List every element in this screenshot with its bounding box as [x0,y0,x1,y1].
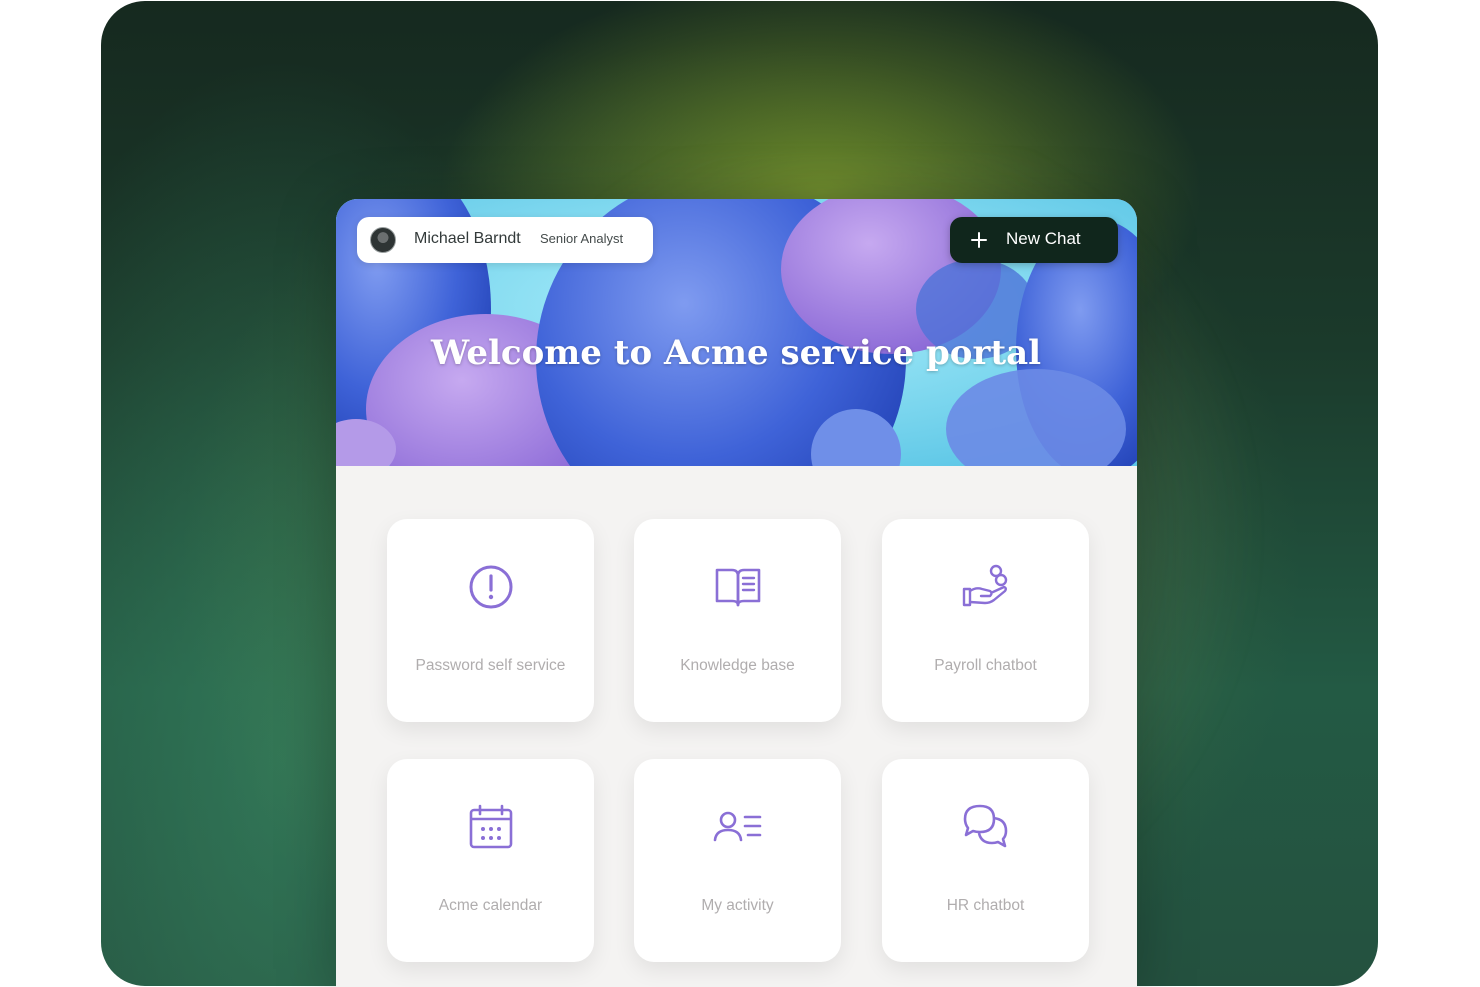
calendar-icon [469,804,513,849]
tile-my-activity[interactable]: My activity [634,759,841,962]
alert-circle-icon [469,565,513,609]
hand-coins-icon [962,564,1008,607]
new-chat-button[interactable]: New Chat [950,217,1118,263]
tile-label: HR chatbot [946,897,1025,914]
new-chat-label: New Chat [1006,229,1081,248]
book-icon [715,568,761,607]
tile-label: Payroll chatbot [934,657,1037,674]
hero-banner: Michael Barndt Senior Analyst New Chat W… [336,199,1137,466]
page-title: Welcome to Acme service portal [430,333,1042,373]
tile-knowledge-base[interactable]: Knowledge base [634,519,841,722]
tile-label: Password self service [415,657,566,674]
user-profile-chip[interactable]: Michael Barndt Senior Analyst [357,217,653,263]
service-portal-window: Michael Barndt Senior Analyst New Chat W… [336,199,1137,987]
plus-icon [971,232,987,248]
user-list-icon [713,811,762,842]
tile-password-self-service[interactable]: Password self service [387,519,594,722]
tile-label: Knowledge base [680,657,795,674]
tile-hr-chatbot[interactable]: HR chatbot [882,759,1089,962]
chat-bubbles-icon [963,804,1008,848]
user-name: Michael Barndt [414,230,521,247]
tile-label: My activity [701,897,774,914]
avatar [370,227,396,253]
user-role: Senior Analyst [540,231,624,246]
tile-acme-calendar[interactable]: Acme calendar [387,759,594,962]
tile-label: Acme calendar [438,897,543,914]
tile-payroll-chatbot[interactable]: Payroll chatbot [882,519,1089,722]
